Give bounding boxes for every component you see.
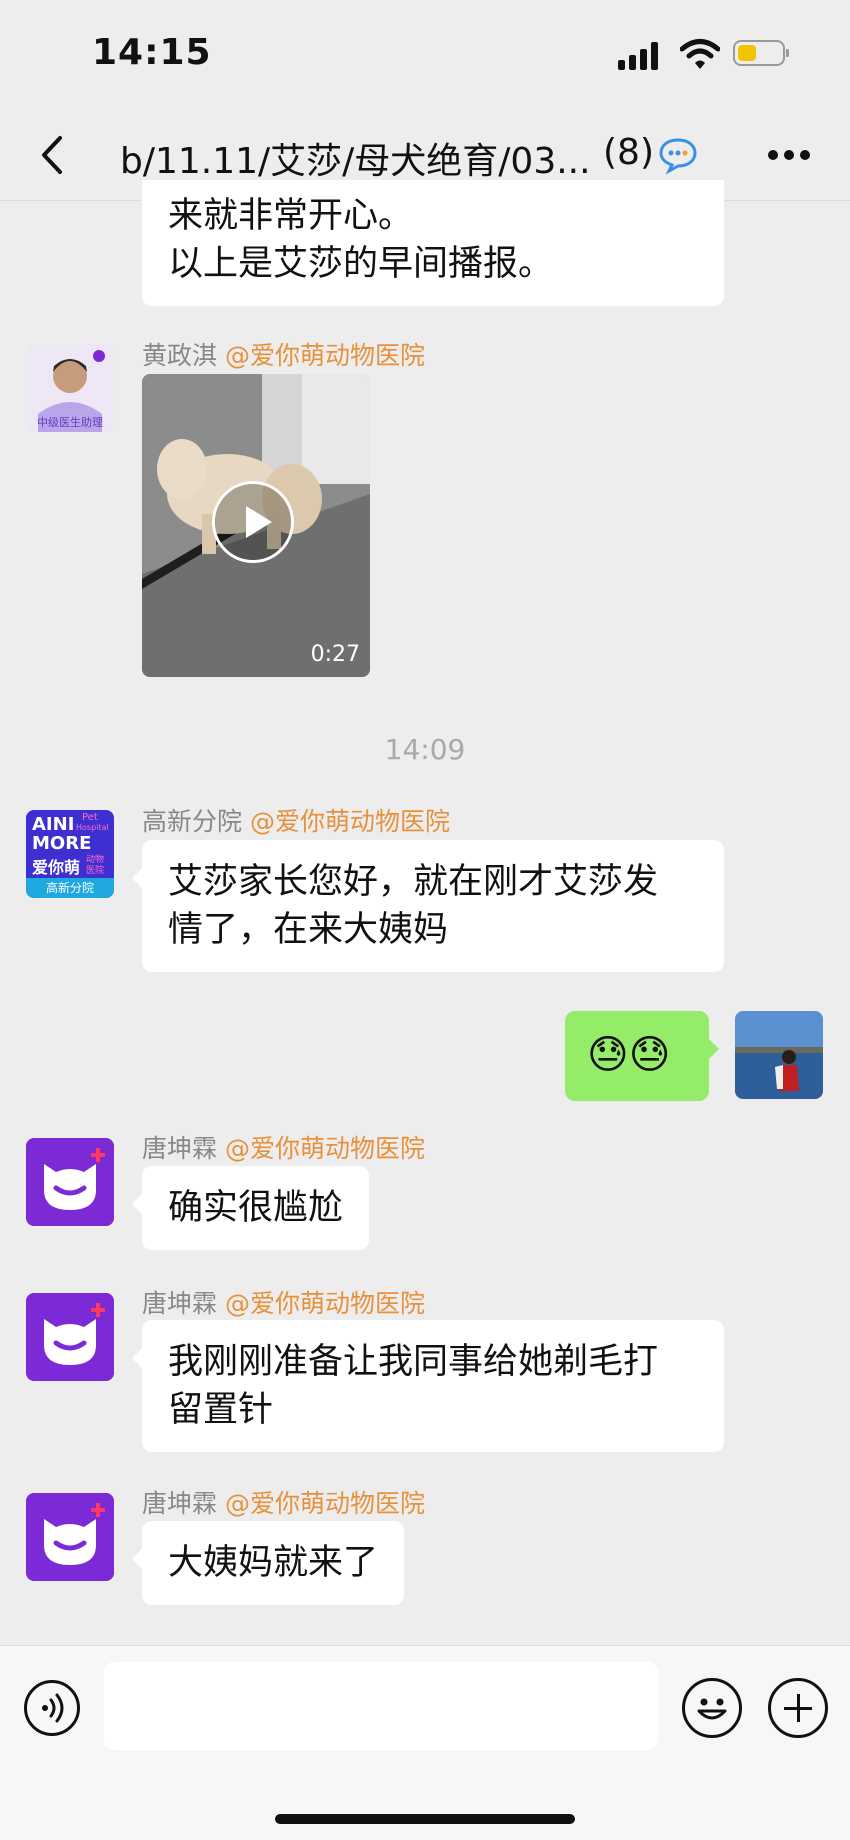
profile-photo <box>735 1011 823 1099</box>
input-bar <box>0 1645 850 1840</box>
cat-logo-icon <box>44 1148 105 1210</box>
timestamp: 14:09 <box>384 733 466 766</box>
message-bubble[interactable]: 来就非常开心。 以上是艾莎的早间播报。 <box>142 180 724 306</box>
home-indicator <box>275 1814 575 1824</box>
play-icon[interactable] <box>212 481 294 563</box>
sender-name: 黄政淇 @爱你萌动物医院 <box>142 341 426 370</box>
message-line: 留置针 <box>168 1390 274 1430</box>
message-text: 确实很尴尬 <box>168 1188 344 1228</box>
avatar[interactable] <box>26 1293 114 1381</box>
wifi-icon <box>680 39 720 69</box>
sender-name: 高新分院 @爱你萌动物医院 <box>142 807 451 836</box>
avatar[interactable]: AINI Pet Hospital MORE 爱你萌 动物 医院 高新分院 <box>26 810 114 898</box>
emoji-text: 😓😓 <box>587 1032 671 1078</box>
avatar-caption: 中级医生助理 <box>37 416 103 429</box>
message-line: 艾莎家长您好，就在刚才艾莎发 <box>168 862 659 902</box>
voice-icon[interactable] <box>24 1680 80 1736</box>
avatar[interactable] <box>26 1138 114 1226</box>
my-message-bubble[interactable]: 😓😓 <box>565 1011 719 1101</box>
message-bubble[interactable]: 确实很尴尬 <box>131 1166 370 1250</box>
avatar[interactable]: 中级医生助理 <box>26 344 114 432</box>
message-line: 以上是艾莎的早间播报。 <box>168 244 554 284</box>
sender-name: 唐坤霖 @爱你萌动物医院 <box>142 1289 426 1318</box>
video-message[interactable]: 0:27 <box>142 374 370 677</box>
message-bubble[interactable]: 大姨妈就来了 <box>131 1521 405 1605</box>
my-avatar[interactable] <box>735 1011 823 1099</box>
sender-name: 唐坤霖 @爱你萌动物医院 <box>142 1489 426 1518</box>
sender-name: 唐坤霖 @爱你萌动物医院 <box>142 1134 426 1163</box>
cat-logo-icon <box>44 1303 105 1365</box>
avatar[interactable] <box>26 1493 114 1581</box>
message-line: 我刚刚准备让我同事给她剃毛打 <box>168 1342 659 1382</box>
video-duration: 0:27 <box>310 642 360 667</box>
plus-icon[interactable] <box>768 1678 828 1738</box>
member-count: (8) <box>603 132 654 173</box>
message-line: 情了，在来大姨妈 <box>168 910 449 950</box>
message-text: 大姨妈就来了 <box>168 1543 379 1583</box>
message-bubble[interactable]: 艾莎家长您好，就在刚才艾莎发 情了，在来大姨妈 <box>132 840 724 972</box>
back-icon[interactable] <box>36 132 70 178</box>
message-line: 来就非常开心。 <box>168 196 414 236</box>
status-time: 14:15 <box>92 32 212 73</box>
cat-logo-icon <box>44 1503 105 1565</box>
more-icon[interactable] <box>768 150 810 162</box>
chat-title[interactable]: b/11.11/艾莎/母犬绝育/03... <box>120 132 591 184</box>
battery-icon <box>733 40 789 66</box>
emoji-icon[interactable] <box>682 1678 742 1738</box>
status-bar: 14:15 <box>0 0 850 110</box>
message-bubble[interactable]: 我刚刚准备让我同事给她剃毛打 留置针 <box>132 1320 724 1452</box>
signal-icon <box>618 42 662 70</box>
group-chat-icon <box>659 138 697 174</box>
message-input[interactable] <box>104 1662 658 1750</box>
